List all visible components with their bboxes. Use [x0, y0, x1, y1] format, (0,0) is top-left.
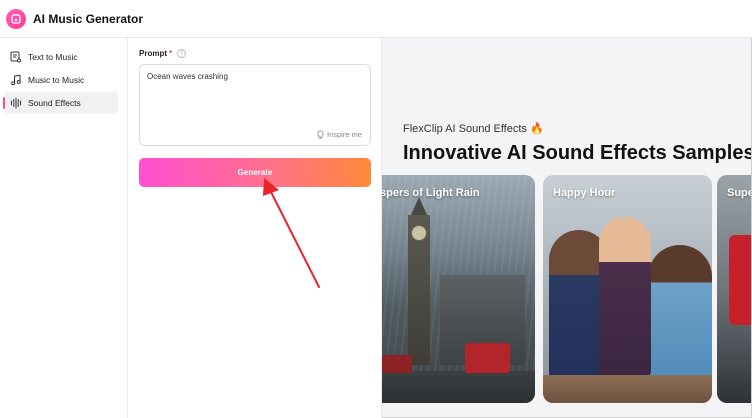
text-to-music-icon: [9, 51, 22, 64]
music-note-icon: [9, 74, 22, 87]
sidebar-item-sound-effects[interactable]: Sound Effects: [3, 92, 118, 114]
sound-wave-icon: [9, 97, 22, 110]
sidebar-item-label: Text to Music: [28, 52, 78, 62]
inspire-me-label: Inspire me: [326, 130, 362, 139]
prompt-input[interactable]: Ocean waves crashing Inspire me: [139, 64, 371, 146]
card-title: spers of Light Rain: [382, 187, 480, 199]
prompt-label: Prompt * ?: [139, 49, 187, 58]
sidebar: Text to Music Music to Music Sound Effec…: [0, 38, 128, 418]
card-title: Supe: [727, 187, 751, 199]
card-image-floor: [543, 375, 712, 403]
card-image-car: [729, 235, 751, 325]
card-title: Happy Hour: [553, 187, 616, 199]
showcase-subtitle: FlexClip AI Sound Effects 🔥: [403, 123, 544, 135]
sidebar-item-label: Sound Effects: [28, 98, 81, 108]
card-image-bus: [465, 343, 510, 373]
card-image-child: [648, 245, 712, 395]
help-icon[interactable]: ?: [177, 49, 187, 58]
card-image-child: [599, 217, 651, 377]
showcase-area: FlexClip AI Sound Effects 🔥 Innovative A…: [382, 38, 751, 417]
app-logo-icon: [6, 8, 26, 29]
required-mark: *: [169, 49, 173, 58]
prompt-label-text: Prompt: [139, 49, 167, 58]
sample-card-partial[interactable]: Supe: [717, 175, 751, 403]
app-header: AI Music Generator: [0, 0, 752, 38]
prompt-input-value: Ocean waves crashing: [147, 72, 228, 81]
card-image-road: [382, 371, 535, 403]
sidebar-item-label: Music to Music: [28, 75, 85, 85]
prompt-panel: Prompt * ? Ocean waves crashing Inspire …: [128, 38, 382, 418]
app-title: AI Music Generator: [33, 11, 144, 26]
sidebar-item-text-to-music[interactable]: Text to Music: [4, 46, 118, 68]
sidebar-item-music-to-music[interactable]: Music to Music: [4, 69, 118, 91]
sample-card-light-rain[interactable]: spers of Light Rain: [382, 175, 535, 403]
card-image-clock: [411, 225, 427, 241]
showcase-title: Innovative AI Sound Effects Samples: [403, 142, 751, 164]
inspire-me-button[interactable]: Inspire me: [316, 130, 362, 139]
sample-card-happy-hour[interactable]: Happy Hour: [543, 175, 712, 403]
card-image-bus: [382, 355, 412, 373]
generate-button[interactable]: Generate: [139, 158, 371, 187]
lightbulb-icon: [317, 130, 324, 139]
